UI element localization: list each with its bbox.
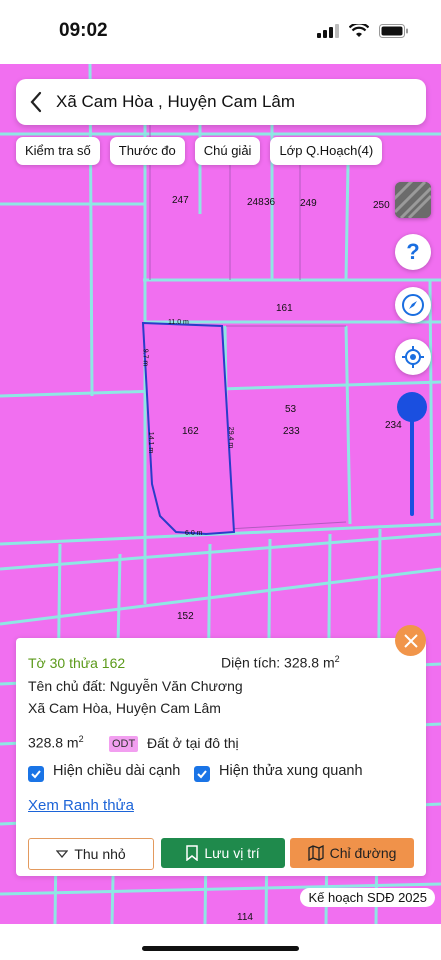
back-button[interactable] — [16, 79, 56, 125]
help-button[interactable]: ? — [395, 234, 431, 270]
edge-length-label: 11.0 m — [168, 319, 189, 326]
land-type: Đất ở tại đô thị — [147, 735, 239, 751]
shrink-button[interactable]: Thu nhỏ — [28, 838, 154, 870]
opacity-slider-knob[interactable] — [397, 392, 427, 422]
signal-icon — [317, 24, 339, 38]
owner-name: Tên chủ đất: Nguyễn Văn Chương — [28, 678, 243, 694]
parcel-label: 162 — [182, 426, 199, 437]
parcel-label: 114 — [237, 912, 253, 923]
show-edges-label: Hiện chiều dài cạnh — [53, 763, 181, 779]
check-icon — [197, 770, 207, 779]
status-time: 09:02 — [59, 20, 108, 41]
parcel-label: 233 — [283, 426, 300, 437]
svg-text:?: ? — [406, 241, 419, 263]
edge-length-label: 29.4 m — [227, 426, 235, 449]
land-code-badge: ODT — [109, 734, 139, 752]
planning-layer-chip[interactable]: Lớp Q.Hoạch(4) — [270, 137, 383, 165]
bookmark-icon — [186, 845, 199, 861]
chevron-left-icon — [30, 91, 42, 113]
battery-icon — [379, 24, 408, 38]
location-header: Xã Cam Hòa , Huyện Cam Lâm — [16, 79, 426, 125]
tool-chips: Kiểm tra số Thước đo Chú giải Lớp Q.Hoạc… — [16, 137, 383, 165]
parcel-label: 248 — [247, 197, 264, 208]
parcel-area: Diện tích: 328.8 m2 — [221, 654, 340, 671]
check-number-chip[interactable]: Kiểm tra số — [16, 137, 100, 165]
parcel-label: 247 — [172, 195, 189, 206]
parcel-address: Xã Cam Hòa, Huyện Cam Lâm — [28, 700, 221, 716]
my-location-button[interactable] — [395, 339, 431, 375]
status-icons — [317, 24, 409, 38]
show-neighbors-checkbox[interactable] — [194, 766, 210, 782]
land-area-value: 328.8 m2 — [28, 734, 84, 751]
edge-length-label: 6.0 m — [185, 530, 203, 537]
directions-label: Chỉ đường — [329, 845, 397, 861]
save-location-label: Lưu vị trí — [204, 845, 260, 861]
area-value-sup: 2 — [78, 734, 84, 744]
parcel-label: 161 — [276, 303, 293, 314]
close-icon — [403, 633, 418, 648]
compass-button[interactable] — [395, 287, 431, 323]
directions-button[interactable]: Chỉ đường — [290, 838, 414, 868]
parcel-label: 152 — [177, 611, 194, 622]
measure-chip[interactable]: Thước đo — [109, 137, 185, 165]
plan-year-label[interactable]: Kế hoạch SDĐ 2025 — [300, 888, 435, 907]
area-label: Diện tích: 328.8 m — [221, 654, 335, 671]
close-card-button[interactable] — [395, 625, 426, 656]
shrink-label: Thu nhỏ — [74, 846, 126, 862]
locate-icon — [402, 346, 424, 368]
land-code: ODT — [109, 736, 139, 752]
edge-length-label: 14.1 m — [147, 431, 155, 454]
parcel-ref: Tờ 30 thửa 162 — [28, 655, 126, 671]
show-edges-checkbox[interactable] — [28, 766, 44, 782]
area-value: 328.8 m — [28, 734, 79, 751]
chevron-down-icon — [56, 850, 69, 858]
status-bar: 09:02 — [0, 0, 441, 64]
area-unit-sup: 2 — [334, 654, 340, 664]
parcel-label: 234 — [385, 420, 402, 431]
home-indicator — [142, 946, 299, 951]
show-neighbors-label: Hiện thửa xung quanh — [219, 763, 363, 779]
parcel-label: 36 — [264, 197, 276, 208]
opacity-slider-track[interactable] — [410, 410, 414, 516]
compass-icon — [402, 294, 424, 316]
save-location-button[interactable]: Lưu vị trí — [161, 838, 285, 868]
check-icon — [31, 770, 41, 779]
map-icon — [307, 845, 324, 861]
view-boundary-link[interactable]: Xem Ranh thửa — [28, 797, 134, 814]
parcel-label: 53 — [285, 404, 297, 415]
parcel-label: 250 — [373, 200, 390, 211]
edge-length-label: 9.7 m — [141, 348, 149, 367]
wifi-icon — [349, 24, 369, 37]
parcel-label: 249 — [300, 198, 317, 209]
legend-chip[interactable]: Chú giải — [194, 137, 261, 165]
question-mark-icon: ? — [406, 241, 419, 263]
base-layer-toggle[interactable] — [395, 182, 431, 218]
location-title: Xã Cam Hòa , Huyện Cam Lâm — [56, 92, 296, 111]
satellite-thumbnail-icon — [395, 182, 431, 218]
